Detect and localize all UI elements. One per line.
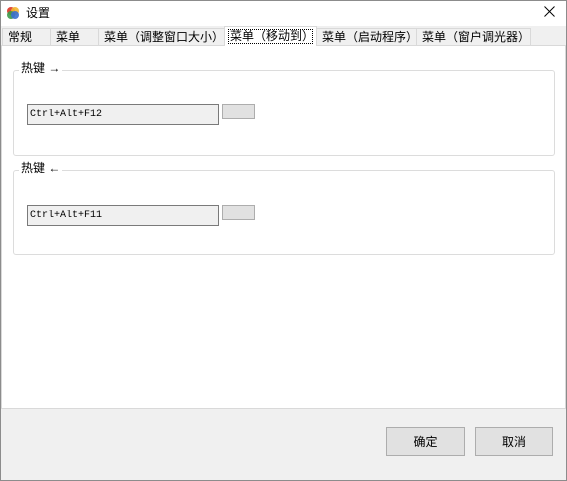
hotkey-set-button-right[interactable] — [222, 104, 255, 119]
tab-label: 常规 — [8, 30, 33, 44]
tab-label: 菜单（窗户调光器） — [422, 30, 531, 44]
window-title: 设置 — [26, 6, 51, 20]
hotkey-field-left[interactable] — [27, 205, 219, 226]
close-button[interactable] — [531, 1, 567, 25]
tab-general[interactable]: 常规 — [2, 28, 51, 45]
tab-menu-resize-window[interactable]: 菜单（调整窗口大小） — [98, 28, 225, 45]
tab-label: 菜单（调整窗口大小） — [104, 30, 225, 44]
tab-label: 菜单（移动到） — [230, 29, 315, 43]
ok-button[interactable]: 确定 — [386, 427, 465, 456]
tab-label: 菜单 — [56, 30, 81, 44]
hotkey-field-right[interactable] — [27, 104, 219, 125]
hotkey-group-right-label: 热键 → — [19, 61, 63, 75]
settings-dialog: 设置 常规 菜单 菜单（调整窗口大小） 菜单（移动到） 菜单（启动程序） 菜单（… — [0, 0, 567, 481]
tab-menu[interactable]: 菜单 — [50, 28, 99, 45]
tab-menu-move-to[interactable]: 菜单（移动到） — [224, 26, 317, 46]
title-bar[interactable]: 设置 — [0, 0, 567, 26]
hotkey-set-button-left[interactable] — [222, 205, 255, 220]
tab-label: 菜单（启动程序） — [322, 30, 419, 44]
tab-menu-window-dimmer[interactable]: 菜单（窗户调光器） — [416, 28, 531, 45]
cancel-button[interactable]: 取消 — [475, 427, 553, 456]
app-icon — [5, 5, 21, 21]
hotkey-group-left-label: 热键 ← — [19, 161, 63, 175]
close-icon — [543, 6, 555, 20]
tab-menu-launch-program[interactable]: 菜单（启动程序） — [316, 28, 419, 45]
